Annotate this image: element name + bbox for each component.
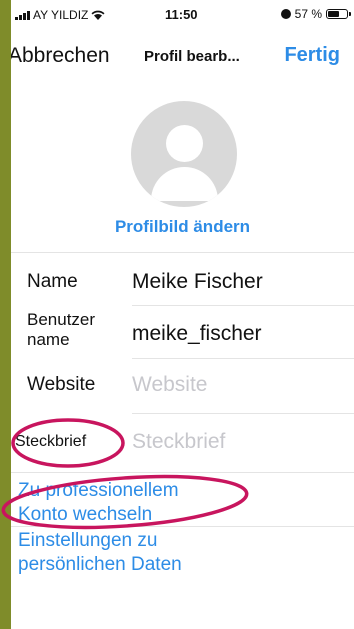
username-label: Benutzer name xyxy=(27,310,95,350)
status-bar: AY YILDIZ 11:50 57 % xyxy=(11,0,354,28)
change-photo-button[interactable]: Profilbild ändern xyxy=(11,217,354,237)
phone-screen: AY YILDIZ 11:50 57 % Abbrechen Profil be… xyxy=(11,0,354,629)
bio-field[interactable]: Steckbrief xyxy=(132,430,225,454)
avatar-body-icon xyxy=(151,167,218,201)
done-button[interactable]: Fertig xyxy=(284,44,340,67)
divider xyxy=(132,305,354,306)
battery-percent: 57 % xyxy=(294,7,322,21)
switch-professional-account-link[interactable]: Zu professionellem Konto wechseln xyxy=(18,479,179,527)
divider xyxy=(11,252,354,253)
signal-icon xyxy=(15,10,30,20)
username-label-line1: Benutzer xyxy=(27,310,96,329)
battery-icon xyxy=(326,9,351,19)
avatar[interactable] xyxy=(131,101,237,207)
status-time: 11:50 xyxy=(165,7,198,22)
website-field[interactable]: Website xyxy=(132,373,207,397)
status-left: AY YILDIZ xyxy=(15,8,105,22)
personal-settings-line2: persönlichen Daten xyxy=(18,554,182,575)
avatar-head-icon xyxy=(166,125,203,162)
bio-label: Steckbrief xyxy=(15,433,87,450)
username-field[interactable]: meike_fischer xyxy=(132,322,262,346)
divider xyxy=(132,358,354,359)
divider xyxy=(132,413,354,414)
navigation-bar: Abbrechen Profil bearb... Fertig xyxy=(11,40,354,76)
switch-professional-line2: Konto wechseln xyxy=(18,504,153,525)
switch-professional-line1: Zu professionellem xyxy=(18,480,179,501)
page-title: Profil bearb... xyxy=(144,48,240,65)
alarm-icon xyxy=(280,9,291,19)
wifi-icon xyxy=(91,10,105,20)
cancel-button[interactable]: Abbrechen xyxy=(11,44,110,68)
name-label: Name xyxy=(27,271,78,292)
website-label: Website xyxy=(27,374,96,395)
name-field[interactable]: Meike Fischer xyxy=(132,270,263,294)
carrier-name: AY YILDIZ xyxy=(33,8,89,22)
personal-information-settings-link[interactable]: Einstellungen zu persönlichen Daten xyxy=(18,529,182,577)
personal-settings-line1: Einstellungen zu xyxy=(18,530,158,551)
divider xyxy=(11,472,354,473)
status-right: 57 % xyxy=(280,7,351,21)
username-label-line2: name xyxy=(27,330,70,349)
